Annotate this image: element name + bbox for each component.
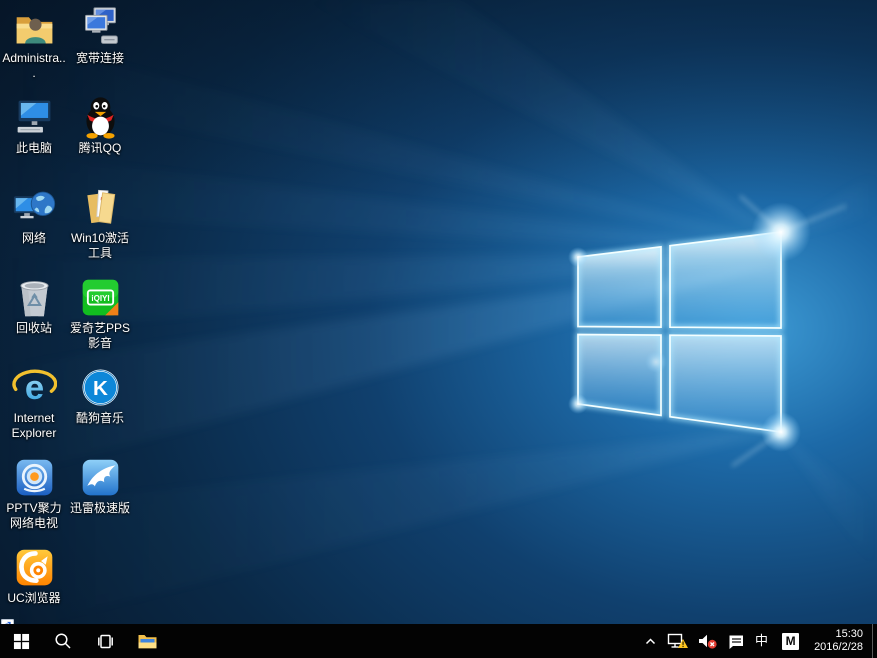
chevron-up-icon xyxy=(643,634,658,649)
icon-label: 爱奇艺PPS 影音 xyxy=(67,321,133,351)
kugou-music-icon: K xyxy=(78,365,123,410)
show-desktop-button[interactable] xyxy=(872,624,877,658)
pptv-icon xyxy=(12,455,57,500)
desktop-icon-iqiyi[interactable]: iQIYI 爱奇艺PPS 影音 xyxy=(67,273,133,363)
desktop-icon-grid: Administra... xyxy=(1,3,133,633)
network-globe-icon xyxy=(12,185,57,230)
icon-label: 此电脑 xyxy=(16,141,52,156)
language-indicator-text: 中 xyxy=(755,624,768,658)
start-button[interactable] xyxy=(0,624,42,658)
windows-logo-icon xyxy=(13,633,30,650)
search-icon xyxy=(54,632,72,650)
desktop-icon-thunder[interactable]: 迅雷极速版 xyxy=(67,453,133,543)
ie-letter: e xyxy=(24,369,43,407)
icon-label: 网络 xyxy=(22,231,46,246)
desktop-icon-administrator[interactable]: Administra... xyxy=(1,3,67,93)
desktop-icon-broadband[interactable]: 宽带连接 xyxy=(67,3,133,93)
desktop-icon-qq[interactable]: 腾讯QQ xyxy=(67,93,133,183)
icon-label: Administra... xyxy=(1,51,67,81)
user-folder-icon xyxy=(12,5,57,50)
this-pc-icon xyxy=(12,95,57,140)
tray-volume-button[interactable] xyxy=(693,624,722,658)
icon-label: PPTV聚力 网络电视 xyxy=(1,501,67,531)
icon-label: 宽带连接 xyxy=(76,51,124,66)
system-tray: 中 M 15:30 2016/2/28 xyxy=(639,624,877,658)
volume-muted-icon xyxy=(697,632,718,651)
kugou-letter: K xyxy=(93,377,108,400)
iqiyi-icon: iQIYI xyxy=(78,275,123,320)
search-button[interactable] xyxy=(42,624,84,658)
tray-clock[interactable]: 15:30 2016/2/28 xyxy=(808,624,872,658)
icon-label: 腾讯QQ xyxy=(79,141,122,156)
internet-explorer-icon: e xyxy=(12,365,57,410)
tray-action-center-button[interactable] xyxy=(722,624,750,658)
desktop-icon-pptv[interactable]: PPTV聚力 网络电视 xyxy=(1,453,67,543)
open-folder-icon xyxy=(78,185,123,230)
clock-date: 2016/2/28 xyxy=(814,641,863,654)
ime-mode-indicator: M xyxy=(782,633,799,650)
network-warning-icon xyxy=(666,631,689,652)
desktop-icon-kugou[interactable]: K 酷狗音乐 xyxy=(67,363,133,453)
recycle-bin-icon xyxy=(12,275,57,320)
qq-penguin-icon xyxy=(78,95,123,140)
file-explorer-icon xyxy=(137,632,158,650)
tray-language-indicator[interactable]: 中 xyxy=(750,624,773,658)
icon-label: 回收站 xyxy=(16,321,52,336)
icon-label: UC浏览器 xyxy=(7,591,60,606)
clock-time: 15:30 xyxy=(814,628,863,641)
action-center-icon xyxy=(726,632,746,651)
task-view-button[interactable] xyxy=(84,624,126,658)
task-view-icon xyxy=(96,633,115,650)
tray-network-status-button[interactable] xyxy=(662,624,693,658)
desktop-icon-recycle-bin[interactable]: 回收站 xyxy=(1,273,67,363)
thunder-bird-icon xyxy=(78,455,123,500)
icon-label: 酷狗音乐 xyxy=(76,411,124,426)
icon-label: Win10激活工具 xyxy=(67,231,133,261)
desktop-icon-win10-activation[interactable]: Win10激活工具 xyxy=(67,183,133,273)
desktop-icon-uc-browser[interactable]: UC浏览器 xyxy=(1,543,67,633)
desktop-icon-network[interactable]: 网络 xyxy=(1,183,67,273)
icon-label: Internet Explorer xyxy=(1,411,67,441)
desktop-icon-this-pc[interactable]: 此电脑 xyxy=(1,93,67,183)
tray-show-hidden-icons-button[interactable] xyxy=(639,624,662,658)
tray-ime-mode-button[interactable]: M xyxy=(773,624,808,658)
broadband-connection-icon xyxy=(78,5,123,50)
iqiyi-logo-text: iQIYI xyxy=(91,294,109,303)
desktop-icon-internet-explorer[interactable]: e Internet Explorer xyxy=(1,363,67,453)
icon-label: 迅雷极速版 xyxy=(70,501,130,516)
file-explorer-button[interactable] xyxy=(126,624,168,658)
windows10-desktop: Administra... xyxy=(0,0,877,658)
uc-squirrel-icon xyxy=(12,545,57,590)
taskbar: 中 M 15:30 2016/2/28 xyxy=(0,624,877,658)
